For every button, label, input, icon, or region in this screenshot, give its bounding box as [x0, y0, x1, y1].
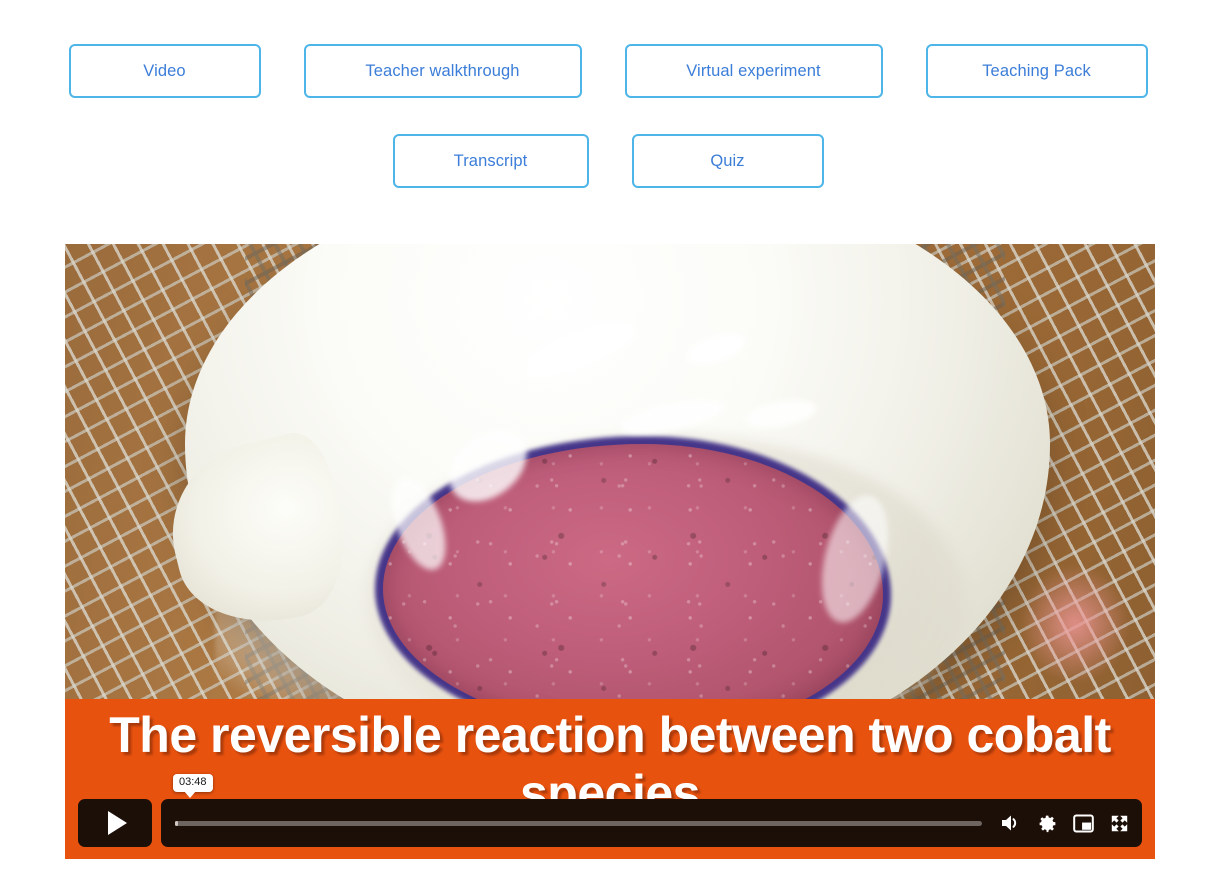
time-tooltip: 03:48 [173, 774, 213, 798]
nav-button-transcript-label: Transcript [453, 151, 528, 170]
nav-button-teacher-walkthrough[interactable]: Teacher walkthrough [303, 44, 582, 98]
control-icon-group [1000, 813, 1130, 834]
progress-scrubber[interactable] [175, 820, 982, 826]
nav-button-teaching-pack-label: Teaching Pack [982, 61, 1091, 80]
nav-button-quiz[interactable]: Quiz [631, 134, 824, 188]
gear-icon[interactable] [1037, 813, 1058, 834]
play-icon [108, 811, 127, 835]
nav-button-virtual-experiment[interactable]: Virtual experiment [624, 44, 883, 98]
volume-icon[interactable] [1000, 813, 1022, 833]
video-controls: 03:48 [78, 774, 1142, 847]
nav-button-group: Video Teacher walkthrough Virtual experi… [0, 0, 1216, 188]
control-bar: 03:48 [161, 774, 1142, 847]
nav-button-teaching-pack[interactable]: Teaching Pack [925, 44, 1148, 98]
picture-in-picture-icon[interactable] [1073, 814, 1094, 833]
progress-fill [175, 820, 179, 826]
nav-row-primary: Video Teacher walkthrough Virtual experi… [0, 44, 1216, 98]
nav-button-virtual-experiment-label: Virtual experiment [686, 61, 821, 80]
nav-button-transcript[interactable]: Transcript [392, 134, 589, 188]
fullscreen-icon[interactable] [1109, 813, 1130, 834]
background-pink-blur [1020, 564, 1130, 684]
video-player[interactable]: The reversible reaction between two coba… [65, 244, 1155, 859]
nav-button-quiz-label: Quiz [710, 151, 745, 170]
nav-button-video-label: Video [143, 61, 186, 80]
play-button[interactable] [78, 799, 152, 847]
video-frame[interactable] [65, 244, 1155, 699]
nav-button-video[interactable]: Video [68, 44, 261, 98]
time-tooltip-label: 03:48 [179, 776, 207, 788]
nav-button-teacher-walkthrough-label: Teacher walkthrough [365, 61, 520, 80]
nav-row-secondary: Transcript Quiz [0, 134, 1216, 188]
